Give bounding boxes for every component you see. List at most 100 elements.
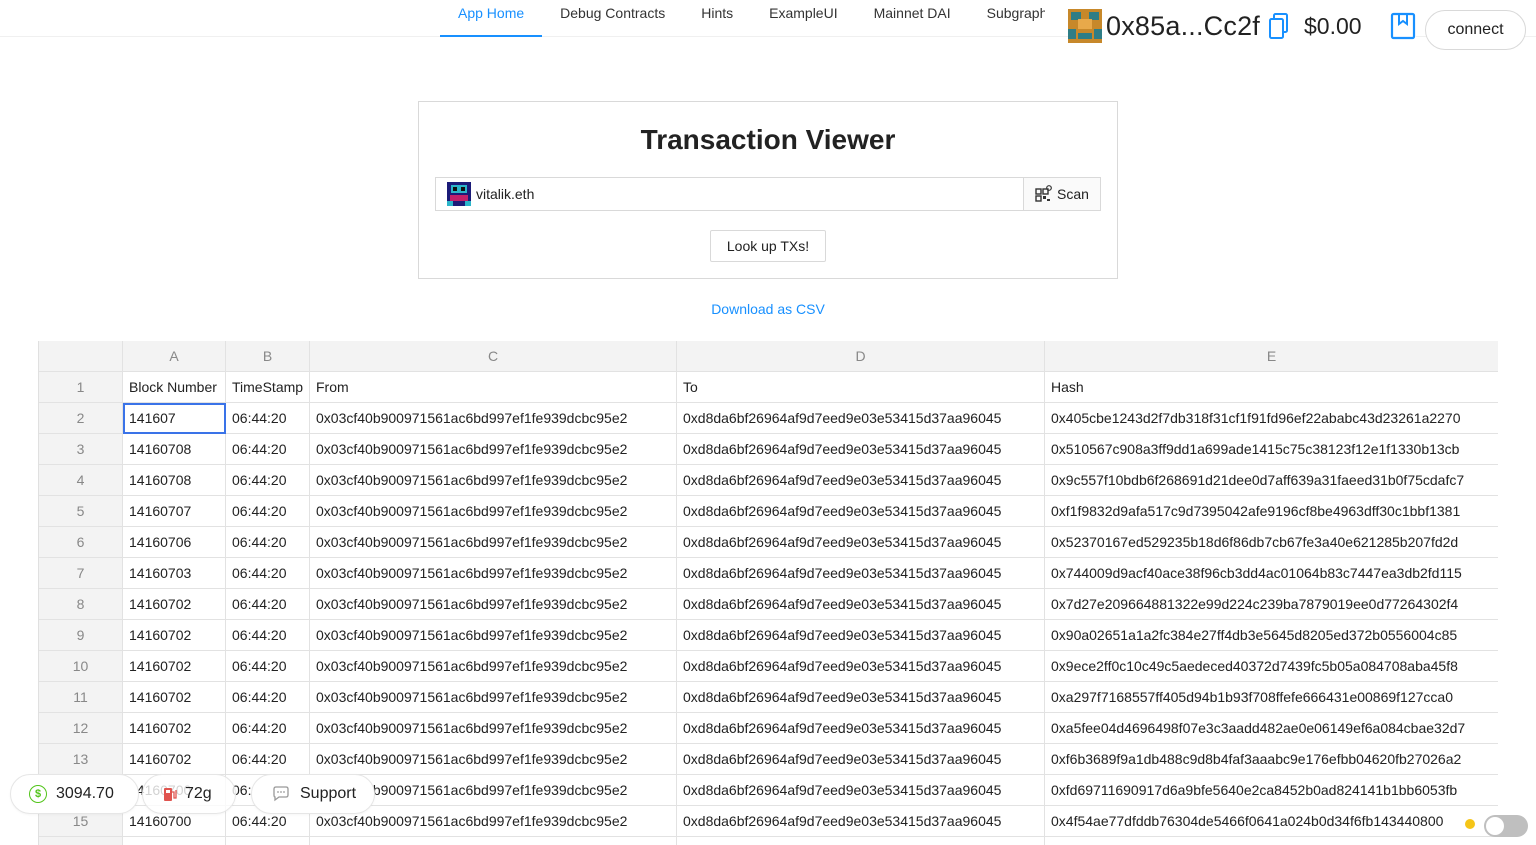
table-cell[interactable]: 14160703 bbox=[123, 558, 226, 589]
column-header[interactable]: D bbox=[677, 341, 1045, 372]
table-cell[interactable]: 0x9ece2ff0c10c49c5aedeced40372d7439fc5b0… bbox=[1045, 651, 1498, 682]
table-cell[interactable]: 06:44:20 bbox=[226, 682, 310, 713]
lookup-txs-button[interactable]: Look up TXs! bbox=[710, 230, 826, 262]
table-cell[interactable]: 06:44:20 bbox=[226, 496, 310, 527]
table-cell[interactable]: 06:44:20 bbox=[226, 620, 310, 651]
table-cell[interactable]: 0x03cf40b900971561ac6bd997ef1fe939dcbc95… bbox=[310, 589, 677, 620]
table-cell[interactable]: 0x03cf40b900971561ac6bd997ef1fe939dcbc95… bbox=[310, 651, 677, 682]
table-cell[interactable]: 0xd8da6bf26964af9d7eed9e03e53415d37aa960… bbox=[677, 620, 1045, 651]
table-cell[interactable]: 0xd8da6bf26964af9d7eed9e03e53415d37aa960… bbox=[677, 682, 1045, 713]
copy-icon[interactable] bbox=[1268, 12, 1290, 40]
row-number[interactable]: 10 bbox=[39, 651, 123, 682]
table-cell[interactable]: 06:44:20 bbox=[226, 403, 310, 434]
header-cell[interactable]: From bbox=[310, 372, 677, 403]
column-header[interactable]: E bbox=[1045, 341, 1498, 372]
table-cell[interactable]: 14160706 bbox=[123, 527, 226, 558]
table-cell[interactable]: 0xd8da6bf26964af9d7eed9e03e53415d37aa960… bbox=[677, 527, 1045, 558]
tab-exampleui[interactable]: ExampleUI bbox=[751, 0, 855, 37]
row-number[interactable]: 6 bbox=[39, 527, 123, 558]
table-cell[interactable]: 0xd8da6bf26964af9d7eed9e03e53415d37aa960… bbox=[677, 713, 1045, 744]
table-cell[interactable] bbox=[1045, 837, 1498, 845]
table-cell[interactable]: 14160702 bbox=[123, 620, 226, 651]
address-input[interactable]: vitalik.eth bbox=[435, 177, 1023, 211]
download-csv-link[interactable]: Download as CSV bbox=[0, 301, 1536, 317]
table-cell[interactable]: 06:44:20 bbox=[226, 744, 310, 775]
table-cell[interactable]: 0xd8da6bf26964af9d7eed9e03e53415d37aa960… bbox=[677, 744, 1045, 775]
table-cell[interactable] bbox=[226, 837, 310, 845]
row-number[interactable]: 9 bbox=[39, 620, 123, 651]
row-number[interactable]: 2 bbox=[39, 403, 123, 434]
tab-mainnet-dai[interactable]: Mainnet DAI bbox=[856, 0, 969, 37]
table-cell[interactable]: 0xa5fee04d4696498f07e3c3aadd482ae0e06149… bbox=[1045, 713, 1498, 744]
tab-hints[interactable]: Hints bbox=[683, 0, 751, 37]
table-cell[interactable]: 0xd8da6bf26964af9d7eed9e03e53415d37aa960… bbox=[677, 775, 1045, 806]
table-cell[interactable]: 0x7d27e209664881322e99d224c239ba7879019e… bbox=[1045, 589, 1498, 620]
table-cell[interactable]: 0x03cf40b900971561ac6bd997ef1fe939dcbc95… bbox=[310, 527, 677, 558]
table-cell[interactable]: 06:44:20 bbox=[226, 527, 310, 558]
theme-toggle[interactable] bbox=[1484, 815, 1528, 837]
table-cell[interactable] bbox=[310, 837, 677, 845]
table-cell[interactable]: 0x744009d9acf40ace38f96cb3dd4ac01064b83c… bbox=[1045, 558, 1498, 589]
table-cell[interactable]: 0x03cf40b900971561ac6bd997ef1fe939dcbc95… bbox=[310, 713, 677, 744]
table-cell[interactable]: 0x52370167ed529235b18d6f86db7cb67fe3a40e… bbox=[1045, 527, 1498, 558]
table-cell[interactable]: 141607 bbox=[123, 403, 226, 434]
column-header[interactable]: C bbox=[310, 341, 677, 372]
table-cell[interactable]: 14160708 bbox=[123, 465, 226, 496]
table-cell[interactable]: 0xd8da6bf26964af9d7eed9e03e53415d37aa960… bbox=[677, 806, 1045, 837]
header-cell[interactable]: To bbox=[677, 372, 1045, 403]
table-cell[interactable]: 14160707 bbox=[123, 496, 226, 527]
table-cell[interactable]: 0x03cf40b900971561ac6bd997ef1fe939dcbc95… bbox=[310, 403, 677, 434]
table-cell[interactable]: 0x9c557f10bdb6f268691d21dee0d7aff639a31f… bbox=[1045, 465, 1498, 496]
column-header[interactable]: A bbox=[123, 341, 226, 372]
table-cell[interactable]: 0xd8da6bf26964af9d7eed9e03e53415d37aa960… bbox=[677, 496, 1045, 527]
table-cell[interactable]: 0x03cf40b900971561ac6bd997ef1fe939dcbc95… bbox=[310, 434, 677, 465]
table-cell[interactable]: 0xd8da6bf26964af9d7eed9e03e53415d37aa960… bbox=[677, 403, 1045, 434]
table-cell[interactable]: 0x510567c908a3ff9dd1a699ade1415c75c38123… bbox=[1045, 434, 1498, 465]
account-address[interactable]: 0x85a...Cc2f bbox=[1106, 11, 1260, 42]
table-cell[interactable]: 0xd8da6bf26964af9d7eed9e03e53415d37aa960… bbox=[677, 434, 1045, 465]
table-cell[interactable]: 0xd8da6bf26964af9d7eed9e03e53415d37aa960… bbox=[677, 558, 1045, 589]
tab-subgraph[interactable]: Subgraph bbox=[969, 0, 1045, 37]
connect-button[interactable]: connect bbox=[1425, 10, 1526, 50]
table-cell[interactable]: 0xfd69711690917d6a9bfe5640e2ca8452b0ad82… bbox=[1045, 775, 1498, 806]
table-cell[interactable]: 06:44:20 bbox=[226, 434, 310, 465]
table-cell[interactable] bbox=[677, 837, 1045, 845]
row-number[interactable]: 16 bbox=[39, 837, 123, 845]
table-cell[interactable]: 0xd8da6bf26964af9d7eed9e03e53415d37aa960… bbox=[677, 589, 1045, 620]
table-cell[interactable]: 06:44:20 bbox=[226, 651, 310, 682]
row-number[interactable]: 3 bbox=[39, 434, 123, 465]
table-cell[interactable]: 0x90a02651a1a2fc384e27ff4db3e5645d8205ed… bbox=[1045, 620, 1498, 651]
column-header[interactable]: B bbox=[226, 341, 310, 372]
table-cell[interactable]: 0x03cf40b900971561ac6bd997ef1fe939dcbc95… bbox=[310, 744, 677, 775]
row-number[interactable]: 12 bbox=[39, 713, 123, 744]
corner-cell[interactable] bbox=[39, 341, 123, 372]
row-number[interactable]: 13 bbox=[39, 744, 123, 775]
support-button[interactable]: Support bbox=[251, 774, 375, 814]
table-cell[interactable]: 0xd8da6bf26964af9d7eed9e03e53415d37aa960… bbox=[677, 465, 1045, 496]
gas-price-pill[interactable]: 72g bbox=[142, 774, 236, 814]
table-cell[interactable] bbox=[123, 837, 226, 845]
table-cell[interactable]: 0x405cbe1243d2f7db318f31cf1f91fd96ef22ab… bbox=[1045, 403, 1498, 434]
table-cell[interactable]: 0x4f54ae77dfddb76304de5466f0641a024b0d34… bbox=[1045, 806, 1498, 837]
row-number[interactable]: 8 bbox=[39, 589, 123, 620]
table-cell[interactable]: 14160702 bbox=[123, 744, 226, 775]
row-number[interactable]: 7 bbox=[39, 558, 123, 589]
table-cell[interactable]: 0x03cf40b900971561ac6bd997ef1fe939dcbc95… bbox=[310, 682, 677, 713]
tab-app-home[interactable]: App Home bbox=[440, 0, 543, 37]
table-cell[interactable]: 14160702 bbox=[123, 713, 226, 744]
table-cell[interactable]: 14160702 bbox=[123, 651, 226, 682]
row-number[interactable]: 5 bbox=[39, 496, 123, 527]
row-number[interactable]: 1 bbox=[39, 372, 123, 403]
row-number[interactable]: 11 bbox=[39, 682, 123, 713]
table-cell[interactable]: 0xf1f9832d9afa517c9d7395042afe9196cf8be4… bbox=[1045, 496, 1498, 527]
table-cell[interactable]: 0x03cf40b900971561ac6bd997ef1fe939dcbc95… bbox=[310, 558, 677, 589]
wallet-icon[interactable] bbox=[1390, 12, 1416, 40]
table-cell[interactable]: 14160708 bbox=[123, 434, 226, 465]
table-cell[interactable]: 0xa297f7168557ff405d94b1b93f708ffefe6664… bbox=[1045, 682, 1498, 713]
table-cell[interactable]: 0x03cf40b900971561ac6bd997ef1fe939dcbc95… bbox=[310, 496, 677, 527]
table-cell[interactable]: 06:44:20 bbox=[226, 558, 310, 589]
table-cell[interactable]: 0xd8da6bf26964af9d7eed9e03e53415d37aa960… bbox=[677, 651, 1045, 682]
scan-button[interactable]: Scan bbox=[1023, 177, 1101, 211]
eth-price-pill[interactable]: $ 3094.70 bbox=[10, 774, 139, 814]
table-cell[interactable]: 14160702 bbox=[123, 589, 226, 620]
